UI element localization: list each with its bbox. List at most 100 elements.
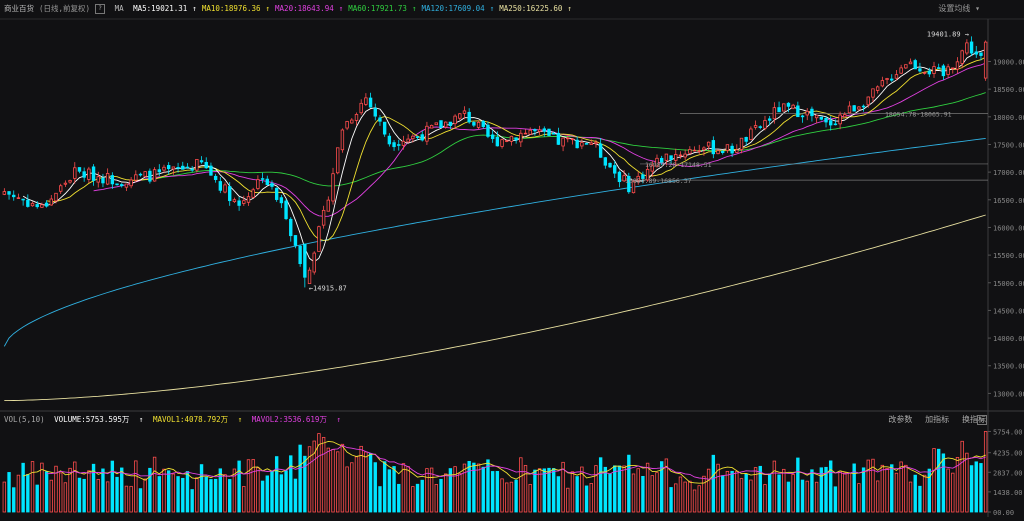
volume-bar [345,466,349,513]
ma-legend-item: MA20:18643.94 [275,4,334,13]
volume-bar [458,473,462,513]
candle-body [138,173,143,176]
volume-bar [260,480,265,513]
candle-body [453,115,457,125]
candle-body [763,120,767,129]
candle-body [819,116,824,120]
volume-bar [645,462,650,513]
price-tick-label: 14000.00 [993,335,1024,343]
candle-body [476,121,481,128]
candle-body [152,169,157,182]
volume-bar [134,460,138,513]
candle-body [805,110,809,116]
candle-body [176,167,180,169]
volume-bar [166,470,171,513]
ma-arrow: ↑ [411,4,417,13]
volume-bar [387,469,392,513]
volume-bar [908,481,913,513]
volume-bar [669,487,673,513]
volume-bar [30,461,35,513]
volume-bar [228,479,232,513]
candle-body [871,88,875,98]
candle-body [777,107,781,113]
volume-bar [739,478,744,513]
volume-bar [598,457,603,513]
candle-body [392,142,396,148]
volume-bar [373,462,377,513]
low-annotation: ←14915.87 [309,284,347,292]
volume-bar [767,473,772,513]
candle-body [284,200,288,220]
price-tick-label: 19000.00 [993,58,1024,66]
candlestick-chart[interactable]: 19000.00 18500.00 18000.00 17500.00 17000.00… [0,0,1024,517]
candle-body [580,142,584,147]
change-params-button[interactable]: 改参数 [888,415,912,424]
volume-bar [63,482,68,513]
ma-settings-button[interactable]: 设置均线 ▾ [938,0,980,18]
volume-tick-label: 4235.00 [993,450,1023,458]
candle-body [899,67,903,74]
candle-body [669,155,673,160]
price-tick-label: 17000.00 [993,169,1024,177]
volume-bar [181,477,185,513]
volume-bar [772,460,777,513]
candle-body [204,161,208,169]
volume-bar [777,474,781,513]
add-indicator-button[interactable]: 加指标 [925,415,949,424]
volume-bar [500,478,504,513]
mavol1-arrow: ↑ [237,415,243,424]
volume-bar [415,483,420,513]
volume-bar [110,460,115,513]
volume-bar [866,459,870,513]
adjust-mode: (日线,前复权) [39,4,91,13]
sector-title: 商业百货 [4,4,34,13]
candle-body [260,178,265,180]
candle-body [199,160,204,163]
volume-bar [519,457,523,513]
volume-bar [96,479,100,513]
candle-body [979,52,983,56]
candle-body [824,117,828,123]
candle-body [843,114,847,118]
volume-bar [702,475,706,513]
candle-body [814,114,819,119]
volume-bar [528,484,532,513]
candle-body [331,173,335,202]
candle-body [326,199,331,212]
candle-body [613,165,617,174]
volume-bar [570,471,575,513]
volume-bar [533,469,537,513]
help-icon[interactable]: ? [95,4,106,14]
volume-bar [359,445,363,513]
candle-body [270,183,274,187]
price-tick-label: 18000.00 [993,114,1024,122]
candle-body [185,166,190,169]
ref-line-label: 16987.26-17148.51 [645,161,712,169]
volume-bar [237,460,241,513]
volume-bar [444,473,448,513]
close-icon[interactable]: × [977,415,987,425]
volume-tick-label: 1438.00 [993,489,1023,497]
candle-body [434,122,439,126]
chart-stage[interactable]: 19000.00 18500.00 18000.00 17500.00 17000.00… [0,0,1024,517]
ma250-line [4,214,986,402]
candle-body [730,145,734,154]
volume-bar [378,486,382,513]
candle-body [190,168,194,171]
candle-body [875,86,880,91]
volume-bar [796,457,800,513]
candle-body [551,132,556,135]
candle-body [767,118,772,121]
volume-bar [364,451,368,513]
volume-bar [73,461,77,513]
candle-body [932,66,936,74]
volume-bar [627,454,631,513]
volume-bar [838,470,842,513]
volume-bar [678,476,683,513]
volume-bar [185,471,190,513]
candle-body [420,134,424,141]
volume-bar [894,472,899,513]
candle-body [251,189,255,198]
candle-body [63,182,68,185]
volume-bar [960,440,964,513]
